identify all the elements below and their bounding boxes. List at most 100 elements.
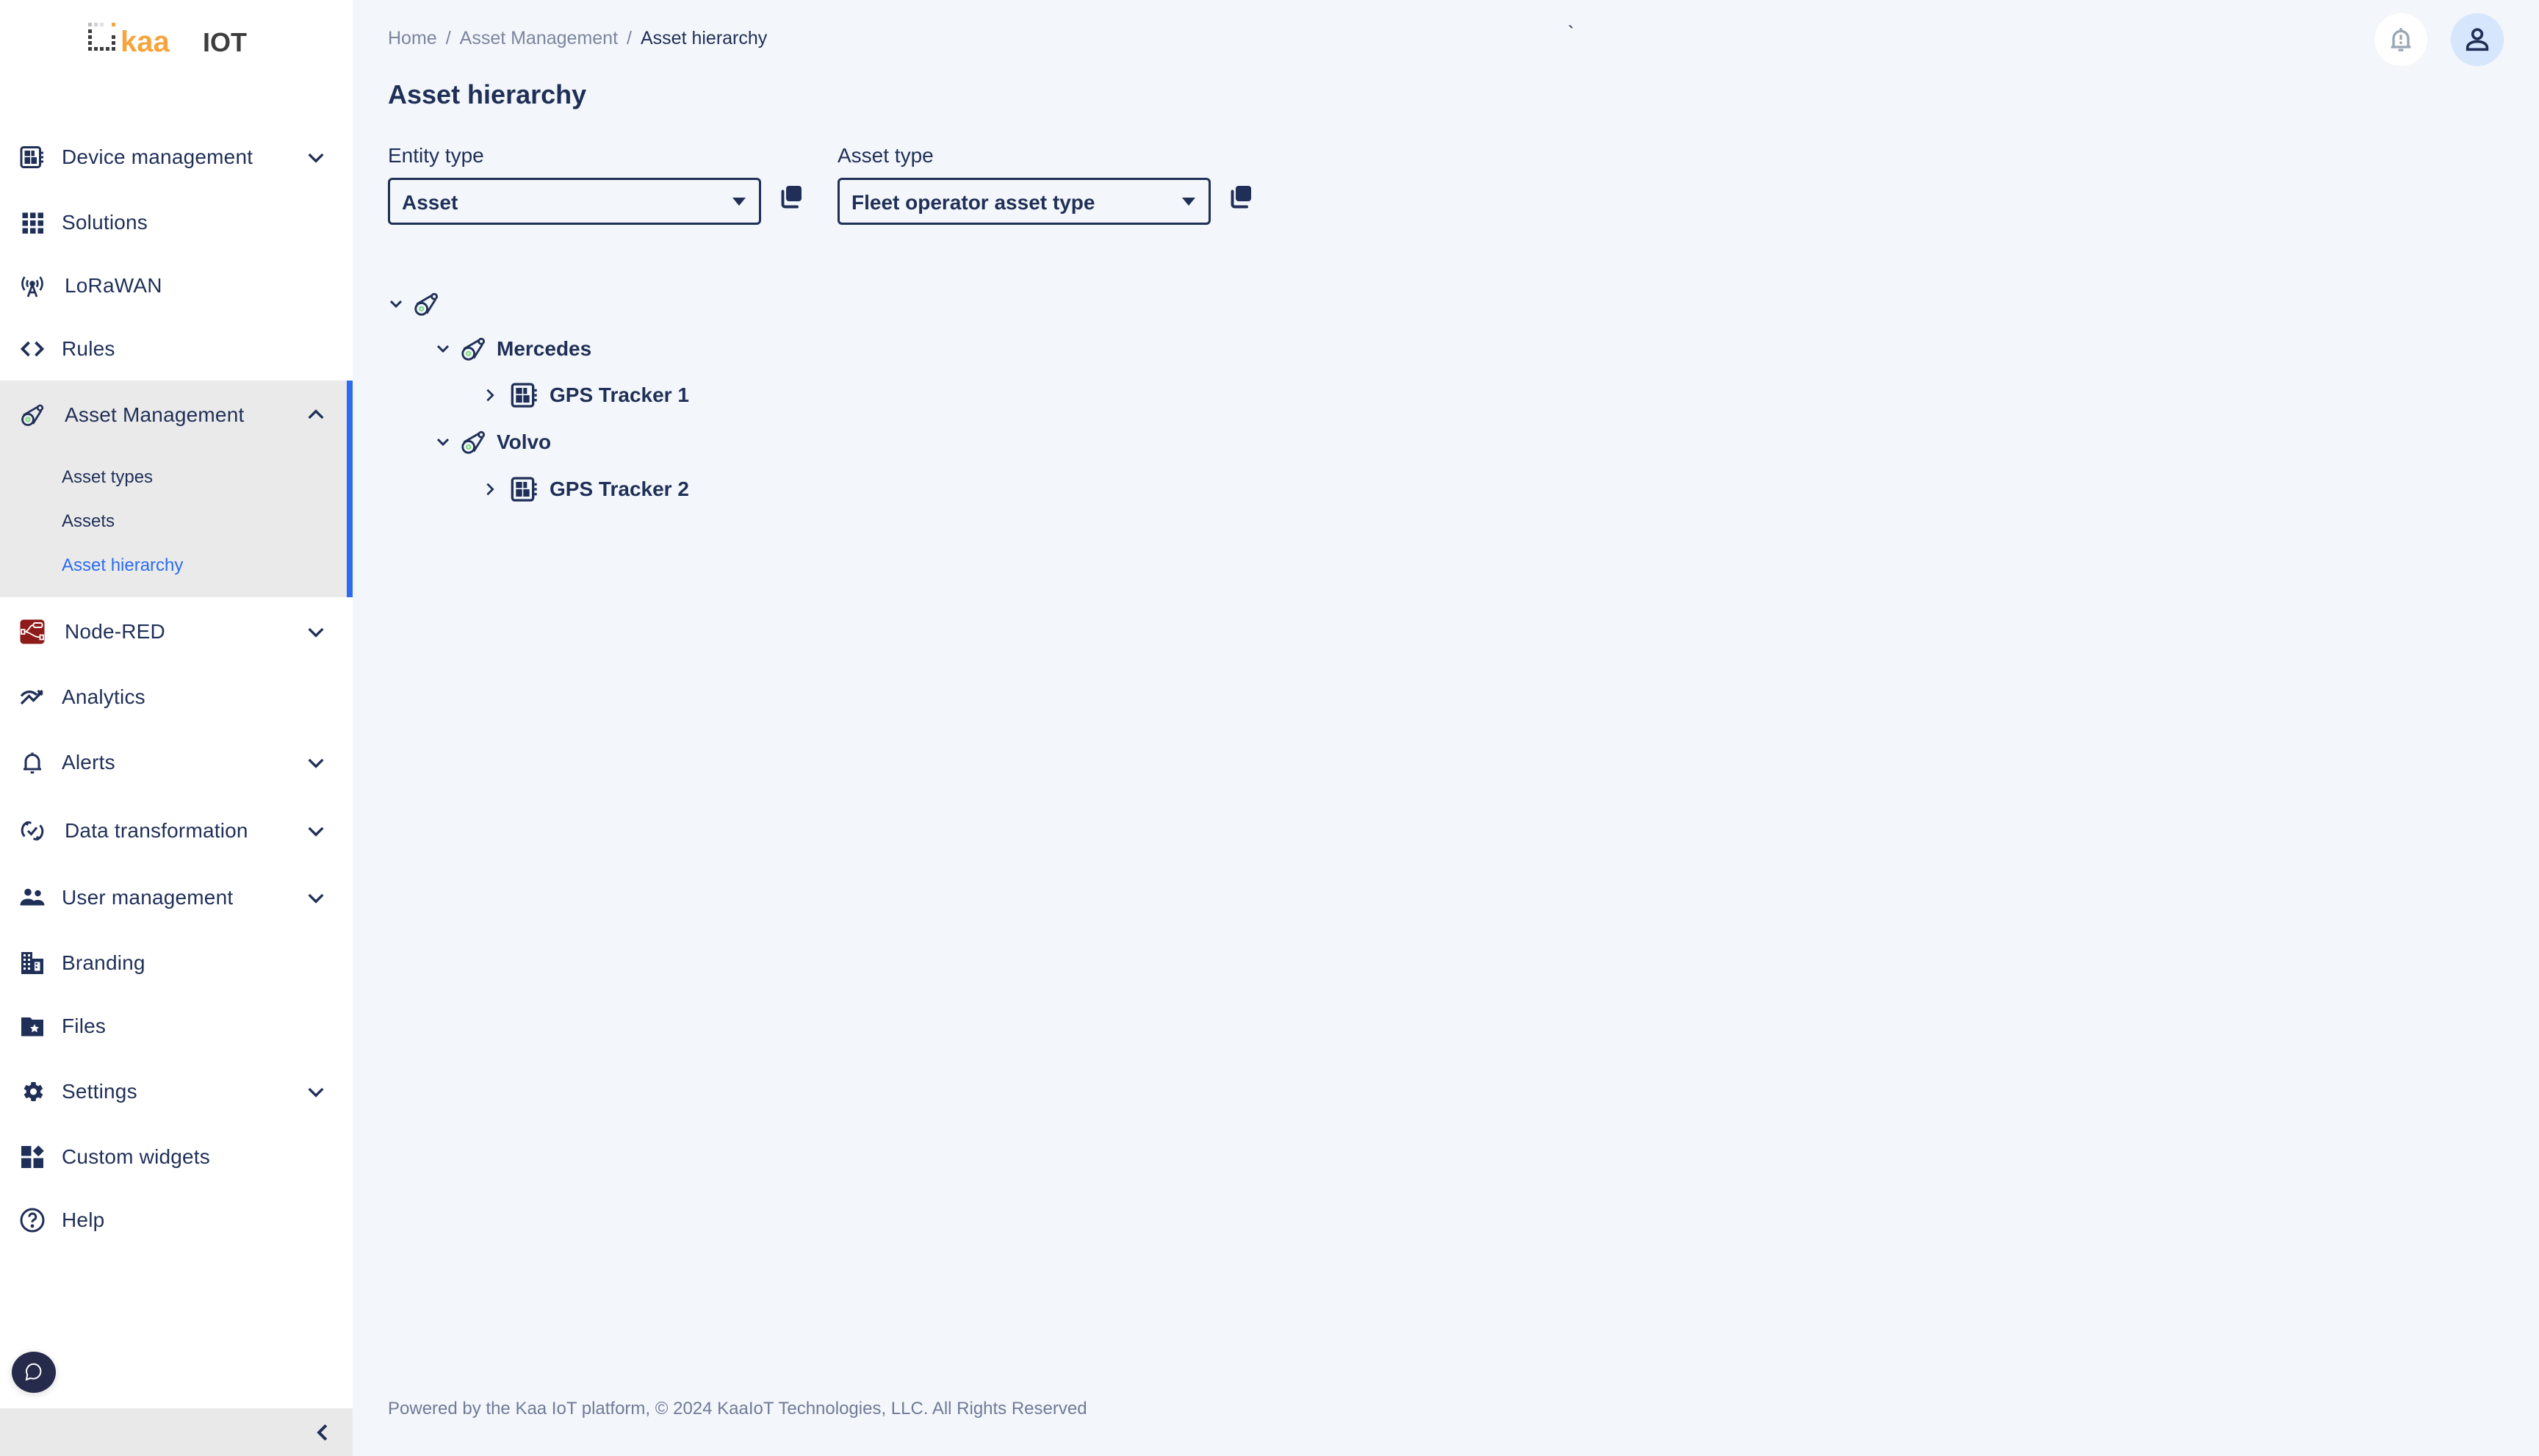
chevron-down-icon[interactable] <box>304 145 328 169</box>
stray-text: ` <box>1568 22 1574 44</box>
chat-button[interactable] <box>12 1352 56 1393</box>
breadcrumb-separator: / <box>627 28 632 48</box>
page-title: Asset hierarchy <box>388 79 587 109</box>
copy-icon <box>1231 186 1251 209</box>
sidebar-item-label: Help <box>62 1208 105 1231</box>
chevron-down-icon[interactable] <box>304 886 328 909</box>
expand-toggle[interactable] <box>432 338 454 360</box>
kaaiot-logo[interactable]: kaa IOT <box>87 21 267 58</box>
chevron-down-icon <box>436 438 450 447</box>
footer-copyright: Powered by the Kaa IoT platform, © 2024 … <box>388 1399 1087 1419</box>
sidebar-item-label: User management <box>62 886 234 909</box>
asset-type-label: Asset type <box>838 144 934 167</box>
asset-type-copy-button[interactable] <box>1227 184 1256 213</box>
entity-type-copy-button[interactable] <box>777 184 807 213</box>
sidebar-item-asset-management[interactable]: Asset Management <box>0 383 353 447</box>
folder-star-icon <box>18 1012 47 1041</box>
tree-node-root <box>385 286 450 322</box>
analytics-icon <box>18 682 47 712</box>
sidebar-item-files[interactable]: Files <box>0 995 353 1058</box>
chevron-down-icon[interactable] <box>304 751 328 774</box>
gear-icon <box>18 1077 47 1106</box>
sidebar-item-data-transformation[interactable]: Data transformation <box>0 799 353 862</box>
sidebar-item-label: Custom widgets <box>62 1145 210 1168</box>
chevron-down-icon[interactable] <box>304 620 328 644</box>
building-icon <box>18 948 47 978</box>
sidebar-item-help[interactable]: Help <box>0 1189 353 1252</box>
expand-toggle[interactable] <box>385 293 407 315</box>
notifications-button[interactable] <box>2374 13 2427 66</box>
help-icon <box>18 1205 47 1235</box>
svg-text:kaa: kaa <box>120 26 170 57</box>
user-icon <box>2466 28 2489 51</box>
chevron-down-icon <box>436 345 450 353</box>
sidebar-subitem-assets[interactable]: Assets <box>62 511 115 532</box>
breadcrumb-asset-management[interactable]: Asset Management <box>460 28 618 49</box>
copy-icon <box>781 186 802 209</box>
sidebar-item-user-management[interactable]: User management <box>0 866 353 929</box>
asset-icon <box>458 428 488 457</box>
sidebar-item-lorawan[interactable]: LoRaWAN <box>0 254 353 317</box>
chat-bubble-icon <box>25 1363 42 1381</box>
svg-text:IOT: IOT <box>203 27 247 57</box>
device-icon <box>510 381 539 410</box>
sidebar-item-branding[interactable]: Branding <box>0 931 353 995</box>
sidebar-item-device-management[interactable]: Device management <box>0 126 353 189</box>
expand-toggle[interactable] <box>432 431 454 453</box>
chevron-left-icon <box>317 1424 328 1441</box>
bell-icon <box>18 748 47 777</box>
asset-type-value: Fleet operator asset type <box>851 191 1095 214</box>
sidebar-subitem-asset-hierarchy[interactable]: Asset hierarchy <box>62 555 183 576</box>
sidebar-item-label: Data transformation <box>65 819 248 842</box>
asset-icon <box>411 289 441 319</box>
chevron-down-icon <box>389 300 403 309</box>
sync-check-icon <box>18 816 47 846</box>
breadcrumb: Home / Asset Management / Asset hierarch… <box>388 28 767 49</box>
dropdown-caret-icon <box>732 198 746 206</box>
sidebar-item-label: Analytics <box>62 685 145 708</box>
code-icon <box>18 334 47 364</box>
chevron-down-icon[interactable] <box>304 819 328 843</box>
grid-icon <box>18 208 47 237</box>
sidebar-item-label: Solutions <box>62 211 148 234</box>
sidebar-item-node-red[interactable]: Node-RED <box>0 600 353 663</box>
entity-type-select[interactable]: Asset <box>388 178 761 225</box>
tree-node-label[interactable]: Mercedes <box>497 337 591 361</box>
asset-icon <box>18 400 47 430</box>
tree-node-volvo: Volvo <box>432 425 551 460</box>
asset-icon <box>458 334 488 364</box>
collapse-sidebar-button[interactable] <box>0 1408 353 1456</box>
tree-node-label[interactable]: GPS Tracker 1 <box>550 383 689 407</box>
tree-node-gps-tracker-2: GPS Tracker 2 <box>479 472 689 507</box>
users-icon <box>18 883 47 912</box>
sidebar-item-custom-widgets[interactable]: Custom widgets <box>0 1125 353 1189</box>
sidebar-item-settings[interactable]: Settings <box>0 1060 353 1123</box>
chevron-up-icon[interactable] <box>304 403 328 427</box>
sidebar-item-label: Device management <box>62 145 253 168</box>
widgets-icon <box>18 1142 47 1172</box>
sidebar-item-label: Files <box>62 1014 107 1037</box>
sidebar-item-analytics[interactable]: Analytics <box>0 666 353 729</box>
asset-type-select[interactable]: Fleet operator asset type <box>838 178 1211 225</box>
chevron-down-icon[interactable] <box>304 1080 328 1103</box>
breadcrumb-home[interactable]: Home <box>388 28 437 49</box>
dropdown-caret-icon <box>1182 198 1195 206</box>
sidebar-item-solutions[interactable]: Solutions <box>0 191 353 254</box>
sidebar-subitem-asset-types[interactable]: Asset types <box>62 467 153 488</box>
breadcrumb-separator: / <box>445 28 451 48</box>
sidebar-item-label: Rules <box>62 337 115 360</box>
entity-type-value: Asset <box>402 191 458 214</box>
expand-toggle[interactable] <box>479 384 501 406</box>
sidebar-item-label: Settings <box>62 1080 137 1103</box>
sidebar-item-rules[interactable]: Rules <box>0 317 353 381</box>
expand-toggle[interactable] <box>479 478 501 500</box>
device-icon <box>510 475 539 504</box>
sidebar-item-alerts[interactable]: Alerts <box>0 731 353 794</box>
entity-type-label: Entity type <box>388 144 484 167</box>
nodered-icon <box>18 617 47 646</box>
chevron-right-icon <box>486 483 494 496</box>
tree-node-label[interactable]: Volvo <box>497 430 551 454</box>
user-menu-button[interactable] <box>2451 13 2504 66</box>
breadcrumb-current: Asset hierarchy <box>641 28 768 48</box>
tree-node-label[interactable]: GPS Tracker 2 <box>550 477 689 501</box>
